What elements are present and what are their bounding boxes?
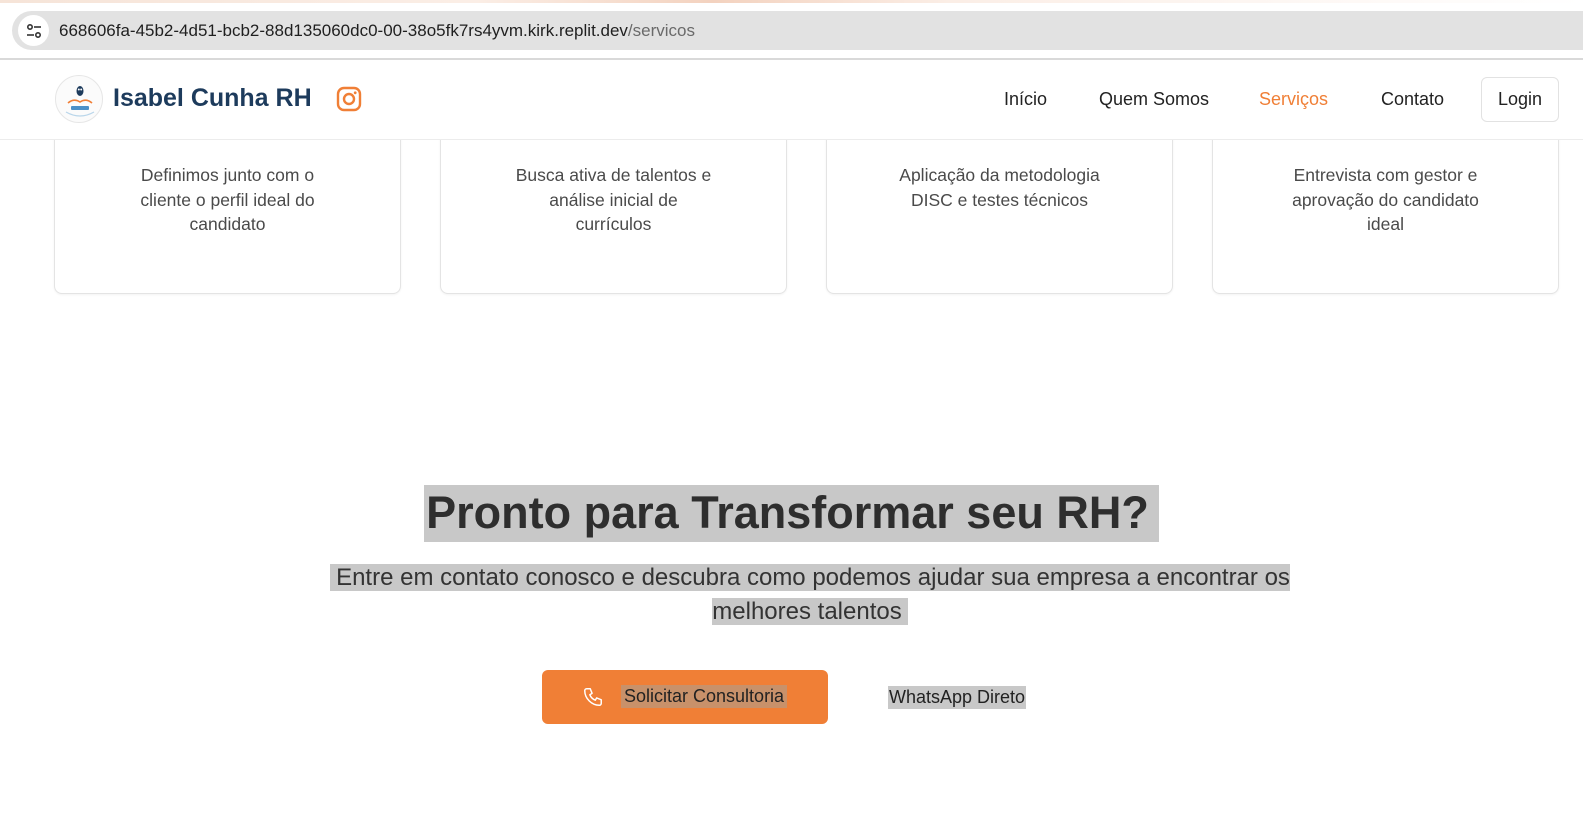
instagram-icon[interactable] [336, 86, 362, 112]
phone-icon [582, 686, 604, 708]
nav-contato[interactable]: Contato [1381, 89, 1444, 110]
brand-name[interactable]: Isabel Cunha RH [113, 84, 312, 113]
step-card-3: Aplicação da metodologia DISC e testes t… [826, 120, 1173, 294]
cta-title: Pronto para Transformar seu RH? [424, 485, 1159, 542]
request-consultation-label: Solicitar Consultoria [621, 685, 788, 708]
request-consultation-button[interactable]: Solicitar Consultoria [542, 670, 828, 724]
nav-quem-somos[interactable]: Quem Somos [1099, 89, 1209, 110]
step-card-1: Definimos junto com o cliente o perfil i… [54, 120, 401, 294]
cta-title-wrap: Pronto para Transformar seu RH? [0, 485, 1583, 542]
step-card-text: Entrevista com gestor e aprovação do can… [1292, 165, 1479, 234]
step-card-4: Entrevista com gestor e aprovação do can… [1212, 120, 1559, 294]
login-button[interactable]: Login [1481, 77, 1559, 122]
url-path: /servicos [627, 21, 695, 40]
step-card-text: Busca ativa de talentos e análise inicia… [515, 165, 712, 234]
cta-subtitle: Entre em contato conosco e descubra como… [330, 564, 1290, 625]
step-card-text: Aplicação da metodologia DISC e testes t… [899, 165, 1100, 210]
whatsapp-button[interactable]: WhatsApp Direto [888, 686, 1027, 709]
tab-strip-edge [0, 0, 1583, 3]
url-host: 668606fa-45b2-4d51-bcb2-88d135060dc0-00-… [59, 21, 628, 40]
address-bar[interactable]: 668606fa-45b2-4d51-bcb2-88d135060dc0-00-… [12, 11, 1583, 50]
cta-subtitle-wrap: Entre em contato conosco e descubra como… [290, 561, 1330, 629]
step-card-text: Definimos junto com o cliente o perfil i… [140, 165, 315, 234]
nav-inicio[interactable]: Início [1004, 89, 1047, 110]
owl-logo[interactable] [55, 75, 103, 123]
url-text[interactable]: 668606fa-45b2-4d51-bcb2-88d135060dc0-00-… [59, 21, 695, 41]
site-header: Isabel Cunha RH Início Quem Somos Serviç… [0, 60, 1583, 140]
step-card-2: Busca ativa de talentos e análise inicia… [440, 120, 787, 294]
nav-servicos[interactable]: Serviços [1259, 89, 1328, 110]
browser-address-area: 668606fa-45b2-4d51-bcb2-88d135060dc0-00-… [0, 0, 1583, 60]
tune-icon[interactable] [18, 15, 49, 46]
